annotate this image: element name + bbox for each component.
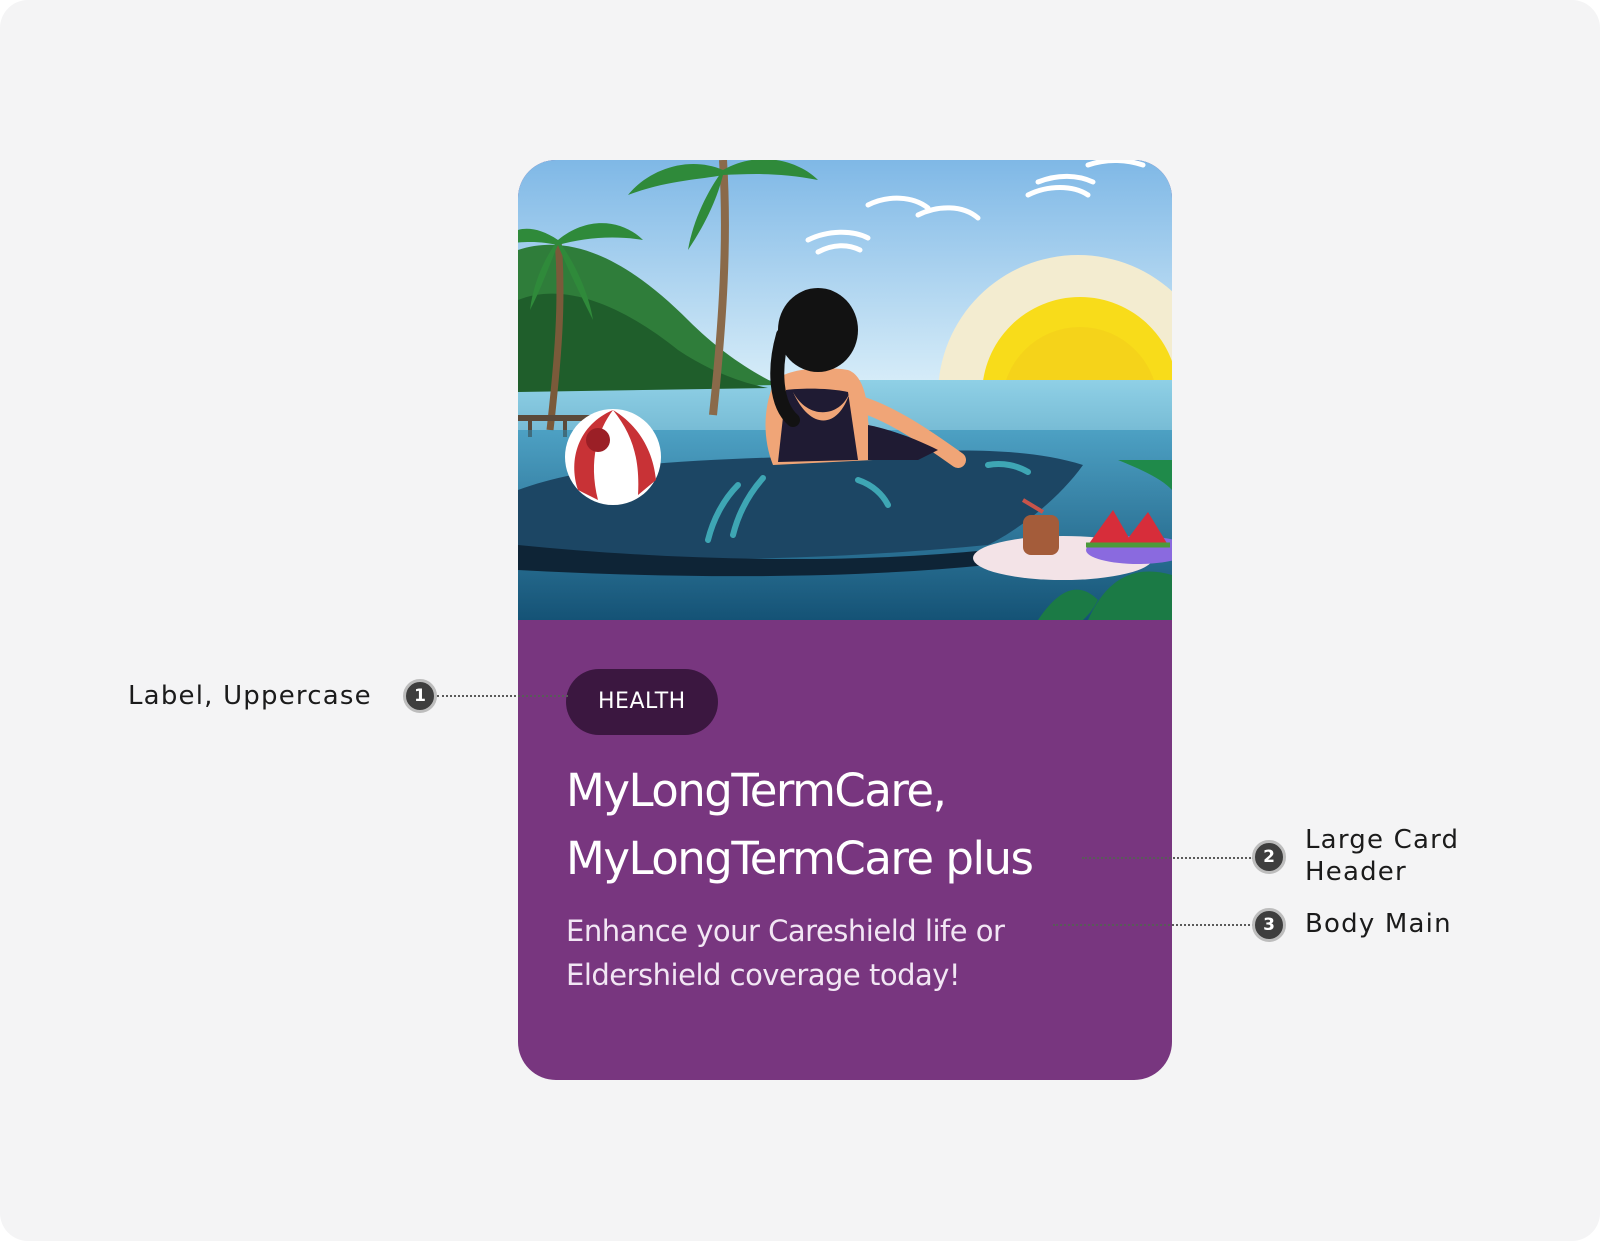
spec-canvas: HEALTH MyLongTermCare, MyLongTermCare pl… bbox=[0, 0, 1600, 1241]
card-title-line: MyLongTermCare plus bbox=[566, 832, 1034, 885]
annotation-leader-1 bbox=[437, 695, 568, 697]
annotation-label-1: Label, Uppercase bbox=[128, 681, 372, 711]
annotation-marker-1: 1 bbox=[403, 679, 437, 713]
card-body-text: Enhance your Careshield life or Eldershi… bbox=[566, 909, 1146, 997]
card-title-line: MyLongTermCare, bbox=[566, 764, 947, 817]
beach-pool-illustration-icon bbox=[518, 160, 1172, 620]
annotation-marker-2: 2 bbox=[1252, 840, 1286, 874]
hero-image bbox=[518, 160, 1172, 620]
card-body-line: Enhance your Careshield life or bbox=[566, 914, 1005, 948]
annotation-label-2: Large Card Header bbox=[1305, 824, 1459, 888]
card-content: HEALTH MyLongTermCare, MyLongTermCare pl… bbox=[566, 669, 1146, 997]
annotation-label-line: Large Card bbox=[1305, 825, 1460, 855]
annotation-marker-3: 3 bbox=[1252, 908, 1286, 942]
card-body-line: Eldershield coverage today! bbox=[566, 958, 961, 992]
category-badge: HEALTH bbox=[566, 669, 718, 735]
annotation-label-3: Body Main bbox=[1305, 909, 1452, 939]
annotation-leader-3 bbox=[1053, 924, 1254, 926]
annotation-leader-2 bbox=[1082, 857, 1254, 859]
promo-card[interactable]: HEALTH MyLongTermCare, MyLongTermCare pl… bbox=[518, 160, 1172, 1080]
card-title: MyLongTermCare, MyLongTermCare plus bbox=[566, 757, 1146, 893]
annotation-label-line: Header bbox=[1305, 857, 1407, 887]
